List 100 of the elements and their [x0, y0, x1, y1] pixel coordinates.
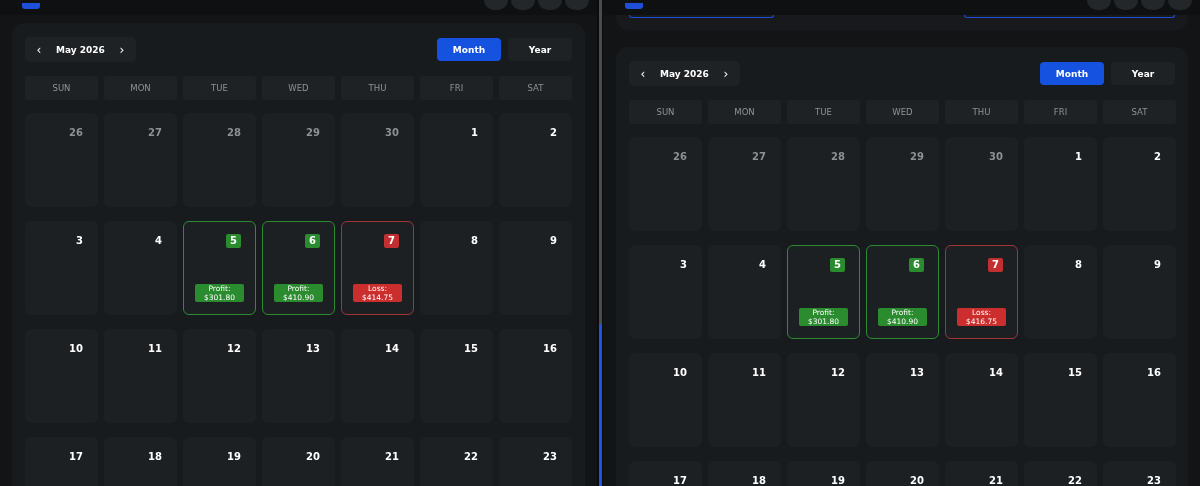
- day-number: 20: [910, 474, 924, 486]
- scrollbar[interactable]: [598, 0, 602, 486]
- day-cell[interactable]: 22: [420, 437, 493, 486]
- day-cell[interactable]: 19: [787, 461, 860, 486]
- day-cell[interactable]: 18: [708, 461, 781, 486]
- day-cell[interactable]: 4: [104, 221, 177, 315]
- view-tab[interactable]: Month: [1040, 62, 1104, 85]
- day-cell[interactable]: 26: [25, 113, 98, 207]
- next-month-button[interactable]: ›: [717, 66, 734, 81]
- day-cell[interactable]: 2: [1103, 137, 1176, 231]
- day-cell[interactable]: 16: [499, 329, 572, 423]
- input-field[interactable]: [629, 15, 774, 18]
- header-button[interactable]: [1168, 0, 1192, 10]
- day-cell[interactable]: 9: [1103, 245, 1176, 339]
- day-number: 9: [550, 234, 557, 248]
- day-number: 21: [385, 450, 399, 464]
- input-field[interactable]: [964, 15, 1175, 18]
- day-number-badge: 5: [830, 258, 845, 272]
- day-cell[interactable]: 22: [1024, 461, 1097, 486]
- day-number: 17: [69, 450, 83, 464]
- day-cell[interactable]: 15: [1024, 353, 1097, 447]
- day-cell[interactable]: 29: [262, 113, 335, 207]
- day-number: 30: [385, 126, 399, 140]
- day-cell[interactable]: 12: [183, 329, 256, 423]
- day-cell[interactable]: 2: [499, 113, 572, 207]
- day-number: 23: [1147, 474, 1161, 486]
- day-number: 2: [1154, 150, 1161, 164]
- day-number: 8: [1075, 258, 1082, 272]
- weekday-header: SAT: [499, 76, 572, 100]
- day-number: 29: [910, 150, 924, 164]
- day-number: 4: [155, 234, 162, 248]
- day-cell[interactable]: 18: [104, 437, 177, 486]
- day-number: 27: [148, 126, 162, 140]
- weekday-header: THU: [945, 100, 1018, 124]
- day-cell[interactable]: 3: [629, 245, 702, 339]
- day-cell[interactable]: 27: [708, 137, 781, 231]
- header-button[interactable]: [1087, 0, 1111, 10]
- previous-month-button[interactable]: ‹: [31, 42, 47, 57]
- day-cell[interactable]: 30: [945, 137, 1018, 231]
- day-cell[interactable]: 4: [708, 245, 781, 339]
- day-cell[interactable]: 12: [787, 353, 860, 447]
- header-button[interactable]: [538, 0, 562, 10]
- view-tab[interactable]: Year: [508, 38, 572, 61]
- header-button[interactable]: [1141, 0, 1165, 10]
- day-cell[interactable]: 23: [1103, 461, 1176, 486]
- day-cell[interactable]: 1: [1024, 137, 1097, 231]
- day-cell[interactable]: 21: [341, 437, 414, 486]
- day-number: 22: [464, 450, 478, 464]
- weekday-header: FRI: [1024, 100, 1097, 124]
- header-button[interactable]: [565, 0, 589, 10]
- day-number: 29: [306, 126, 320, 140]
- day-cell[interactable]: 20: [866, 461, 939, 486]
- day-cell[interactable]: 15: [420, 329, 493, 423]
- header-button[interactable]: [1114, 0, 1138, 10]
- day-number: 21: [989, 474, 1003, 486]
- day-cell[interactable]: 17: [629, 461, 702, 486]
- day-cell[interactable]: 13: [262, 329, 335, 423]
- day-number: 1: [1075, 150, 1082, 164]
- day-cell[interactable]: 21: [945, 461, 1018, 486]
- day-number: 26: [673, 150, 687, 164]
- day-cell[interactable]: 23: [499, 437, 572, 486]
- day-cell[interactable]: 13: [866, 353, 939, 447]
- view-tab[interactable]: Year: [1111, 62, 1175, 85]
- day-cell[interactable]: 14: [945, 353, 1018, 447]
- day-cell[interactable]: 28: [787, 137, 860, 231]
- day-number: 23: [543, 450, 557, 464]
- day-cell[interactable]: 8: [420, 221, 493, 315]
- day-cell[interactable]: 27: [104, 113, 177, 207]
- day-cell[interactable]: 8: [1024, 245, 1097, 339]
- day-cell[interactable]: 9: [499, 221, 572, 315]
- day-number: 10: [69, 342, 83, 356]
- day-cell[interactable]: 11: [104, 329, 177, 423]
- day-cell[interactable]: 1: [420, 113, 493, 207]
- day-cell[interactable]: 29: [866, 137, 939, 231]
- header-button[interactable]: [484, 0, 508, 10]
- day-cell[interactable]: 10: [629, 353, 702, 447]
- day-cell[interactable]: 30: [341, 113, 414, 207]
- day-cell[interactable]: 20: [262, 437, 335, 486]
- day-cell[interactable]: 11: [708, 353, 781, 447]
- day-cell[interactable]: 17: [25, 437, 98, 486]
- day-cell[interactable]: 26: [629, 137, 702, 231]
- next-month-button[interactable]: ›: [113, 42, 130, 57]
- day-number: 14: [989, 366, 1003, 380]
- weekday-header: TUE: [787, 100, 860, 124]
- day-cell[interactable]: 19: [183, 437, 256, 486]
- day-cell[interactable]: 14: [341, 329, 414, 423]
- day-number: 14: [385, 342, 399, 356]
- weekday-header: TUE: [183, 76, 256, 100]
- day-number: 3: [680, 258, 687, 272]
- day-cell[interactable]: 28: [183, 113, 256, 207]
- day-cell[interactable]: 16: [1103, 353, 1176, 447]
- day-cell[interactable]: 10: [25, 329, 98, 423]
- previous-month-button[interactable]: ‹: [635, 66, 651, 81]
- day-number: 15: [464, 342, 478, 356]
- header-button[interactable]: [511, 0, 535, 10]
- view-tab[interactable]: Month: [437, 38, 501, 61]
- day-number: 11: [752, 366, 766, 380]
- day-number: 16: [543, 342, 557, 356]
- day-cell[interactable]: 3: [25, 221, 98, 315]
- weekday-header: THU: [341, 76, 414, 100]
